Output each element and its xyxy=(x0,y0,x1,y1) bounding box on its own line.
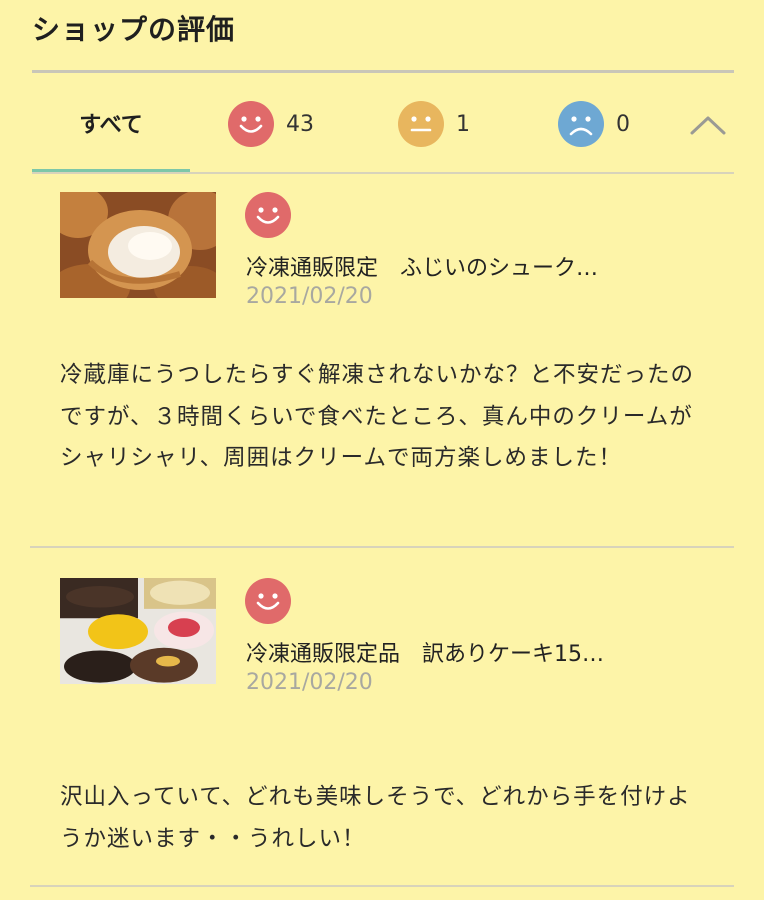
neutral-count: 1 xyxy=(456,111,470,137)
good-count: 43 xyxy=(286,111,314,137)
smile-face-icon xyxy=(245,578,291,624)
smile-face-icon xyxy=(228,101,274,147)
shop-review-page: ショップの評価 すべて 43 1 0 冷凍通販限定 ふじいのシューク… 2021… xyxy=(0,0,764,900)
review-date: 2021/02/20 xyxy=(246,284,373,309)
review-product-name[interactable]: 冷凍通販限定品 訳ありケーキ15… xyxy=(246,636,696,668)
review-date: 2021/02/20 xyxy=(246,670,373,695)
smile-face-icon xyxy=(245,192,291,238)
tab-all[interactable]: すべて xyxy=(32,73,190,173)
neutral-face-icon xyxy=(398,101,444,147)
page-title: ショップの評価 xyxy=(32,13,236,46)
bad-count: 0 xyxy=(616,111,630,137)
product-thumbnail-cream-puff[interactable] xyxy=(60,192,216,298)
review-divider xyxy=(30,546,734,548)
tab-bad[interactable]: 0 xyxy=(558,100,630,148)
review-text: 冷蔵庫にうつしたらすぐ解凍されないかな？と不安だったのですが、３時間くらいで食べ… xyxy=(60,362,695,471)
tab-neutral[interactable]: 1 xyxy=(398,100,470,148)
review-product-name[interactable]: 冷凍通販限定 ふじいのシューク… xyxy=(246,250,696,282)
product-thumbnail-cakes[interactable] xyxy=(60,578,216,684)
review-text: 沢山入っていて、どれも美味しそうで、どれから手を付けようか迷います・・うれしい！ xyxy=(60,784,691,852)
chevron-up-icon[interactable] xyxy=(688,105,728,145)
rating-filter-tabs: すべて 43 1 0 xyxy=(32,73,734,174)
tab-good[interactable]: 43 xyxy=(228,100,314,148)
tabs-divider xyxy=(32,172,734,174)
review-divider xyxy=(30,885,734,887)
sad-face-icon xyxy=(558,101,604,147)
